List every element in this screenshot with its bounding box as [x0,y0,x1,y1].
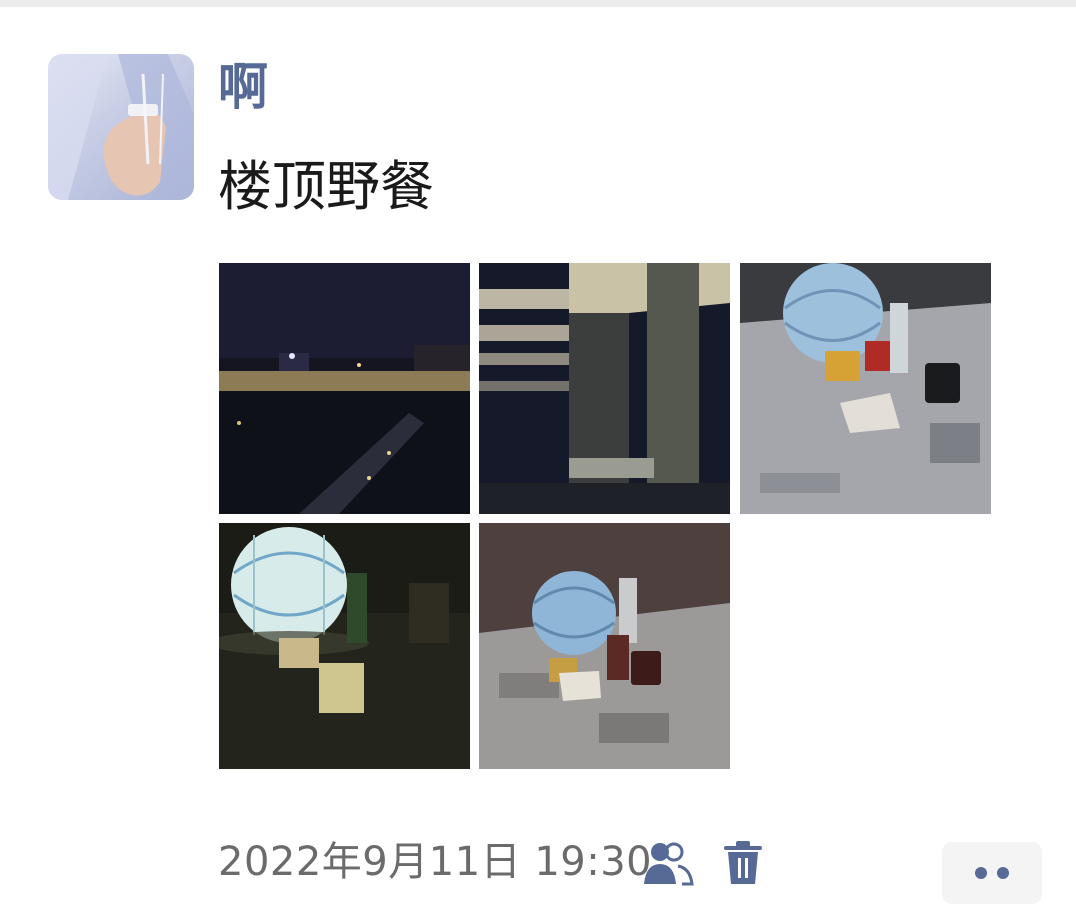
top-divider [0,0,1076,7]
post-text: 楼顶野餐 [218,155,434,218]
photo-picnic-lantern-on-newspaper[interactable] [740,263,991,514]
user-nickname[interactable]: 啊 [218,62,268,112]
trash-icon[interactable] [722,840,764,886]
friends-visibility-icon[interactable] [642,840,694,886]
more-dots-icon [975,867,987,879]
photo-glowing-lantern-dark[interactable] [219,523,470,769]
avatar[interactable] [48,54,194,200]
photo-rooftop-night-city-view[interactable] [219,263,470,514]
post-timestamp: 2022年9月11日 19:30 [218,839,653,885]
photo-rooftop-pillar-night[interactable] [479,263,730,514]
more-dots-icon [997,867,1009,879]
photo-lantern-with-snacks-on-newspaper[interactable] [479,523,730,769]
photo-grid [219,263,991,769]
more-dots-button[interactable] [942,842,1042,904]
